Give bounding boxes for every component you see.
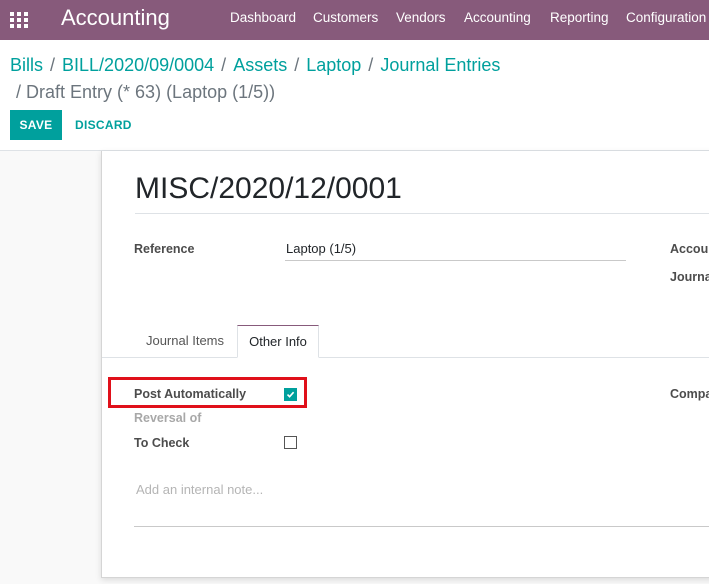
- breadcrumb-assets[interactable]: Assets: [233, 55, 287, 75]
- form-sheet: MISC/2020/12/0001 Reference Laptop (1/5)…: [101, 151, 709, 578]
- control-panel: Bills / BILL/2020/09/0004 / Assets / Laptop / Jo…: [0, 40, 709, 151]
- reference-label: Reference: [134, 242, 195, 256]
- post-automatically-label: Post Automatically: [134, 387, 247, 401]
- tabs-divider: [102, 357, 709, 358]
- divider: [135, 213, 709, 214]
- breadcrumb-separator: /: [368, 55, 374, 75]
- breadcrumb-separator: /: [221, 55, 227, 75]
- breadcrumb-bill[interactable]: BILL/2020/09/0004: [62, 55, 214, 75]
- discard-button[interactable]: DISCARD: [68, 110, 139, 140]
- top-navbar: Accounting Dashboard Customers Vendors A…: [0, 0, 709, 40]
- menu-item-accounting[interactable]: Accounting: [464, 10, 531, 26]
- breadcrumb-bills[interactable]: Bills: [10, 55, 43, 75]
- company-label: Compa: [670, 387, 709, 401]
- reversal-of-label: Reversal of: [134, 411, 202, 425]
- breadcrumb-separator: /: [16, 82, 22, 102]
- internal-note-field[interactable]: Add an internal note...: [136, 482, 263, 497]
- breadcrumb-journal-entries[interactable]: Journal Entries: [380, 55, 500, 75]
- breadcrumb-current: Draft Entry (* 63) (Laptop (1/5)): [26, 82, 276, 102]
- reference-input[interactable]: Laptop (1/5): [285, 240, 626, 261]
- menu-item-customers[interactable]: Customers: [313, 10, 378, 26]
- breadcrumb: Bills / BILL/2020/09/0004 / Assets / Laptop / Jo…: [10, 54, 500, 76]
- accounting-date-label: Accou: [670, 242, 709, 256]
- save-button[interactable]: SAVE: [10, 110, 62, 140]
- tab-other-info[interactable]: Other Info: [237, 325, 319, 358]
- entry-name: MISC/2020/12/0001: [135, 172, 402, 205]
- tab-journal-items[interactable]: Journal Items: [134, 325, 236, 357]
- menu-item-dashboard[interactable]: Dashboard: [230, 10, 296, 26]
- to-check-checkbox[interactable]: [284, 436, 297, 449]
- app-title[interactable]: Accounting: [61, 5, 170, 31]
- note-divider: [134, 526, 709, 527]
- menu-item-reporting[interactable]: Reporting: [550, 10, 609, 26]
- to-check-label: To Check: [134, 436, 190, 450]
- breadcrumb-laptop[interactable]: Laptop: [306, 55, 361, 75]
- apps-grid-icon[interactable]: [10, 12, 28, 28]
- menu-item-configuration[interactable]: Configuration: [626, 10, 706, 26]
- menu-item-vendors[interactable]: Vendors: [396, 10, 446, 26]
- journal-label: Journa: [670, 270, 709, 284]
- breadcrumb-separator: /: [50, 55, 56, 75]
- breadcrumb-current-line: / Draft Entry (* 63) (Laptop (1/5)): [16, 81, 275, 103]
- breadcrumb-separator: /: [294, 55, 300, 75]
- checkmark-icon: [286, 391, 295, 398]
- post-automatically-checkbox[interactable]: [284, 388, 297, 401]
